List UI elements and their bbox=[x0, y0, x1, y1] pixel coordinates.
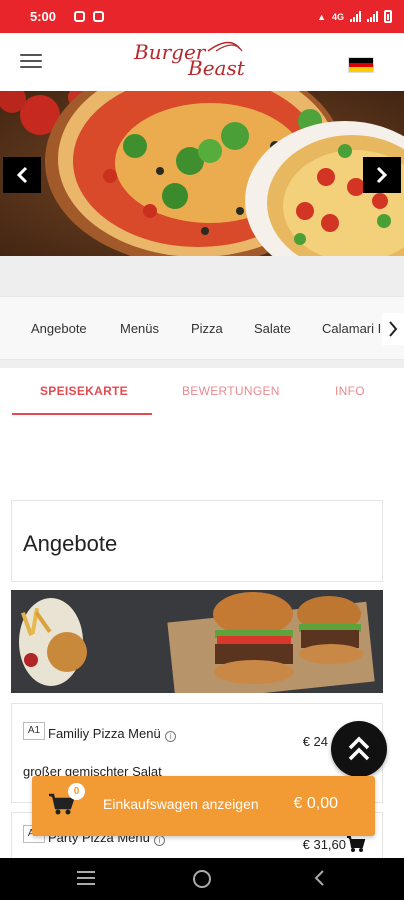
hero-spacer bbox=[0, 256, 404, 296]
system-nav-bar bbox=[0, 858, 404, 900]
battery-icon bbox=[384, 10, 392, 23]
category-calamari[interactable]: Calamari I bbox=[322, 321, 381, 336]
chevron-right-icon bbox=[389, 321, 398, 337]
product-price: € 31,60 bbox=[302, 837, 346, 852]
section-banner-image bbox=[11, 590, 383, 693]
shield-icon bbox=[93, 11, 105, 22]
active-tab-indicator bbox=[12, 413, 152, 415]
double-chevron-up-icon bbox=[348, 736, 370, 761]
status-time: 5:00 bbox=[30, 9, 57, 24]
info-icon[interactable]: i bbox=[164, 731, 176, 742]
logo-text-beast: Beast bbox=[187, 56, 246, 80]
product-name[interactable]: Familiy Pizza Menü i bbox=[48, 726, 176, 742]
tab-bewertungen[interactable]: BEWERTUNGEN bbox=[182, 384, 280, 398]
language-flag-de[interactable] bbox=[348, 57, 374, 73]
status-right: ▲ 4G bbox=[317, 10, 392, 23]
menu-icon[interactable] bbox=[20, 54, 42, 70]
tab-speisekarte[interactable]: SPEISEKARTE bbox=[40, 384, 128, 398]
tab-info[interactable]: INFO bbox=[335, 384, 365, 398]
cart-count-badge: 0 bbox=[68, 783, 85, 800]
app-root: 5:00 ▲ 4G Burger Beast Angebote Menüs Pi… bbox=[0, 0, 404, 900]
divider bbox=[0, 360, 404, 368]
cart-total: € 0,00 bbox=[293, 795, 338, 812]
pizza-image bbox=[0, 91, 404, 256]
view-cart-button[interactable]: 0 Einkaufswagen anzeigen € 0,00 bbox=[32, 776, 375, 836]
status-bar: 5:00 ▲ 4G bbox=[0, 0, 404, 33]
category-nav: Angebote Menüs Pizza Salate Calamari I bbox=[0, 296, 404, 360]
network-type: 4G bbox=[331, 11, 344, 22]
category-angebote[interactable]: Angebote bbox=[31, 321, 87, 336]
home-icon[interactable] bbox=[192, 869, 212, 889]
notification-icon bbox=[74, 11, 86, 22]
category-menus[interactable]: Menüs bbox=[120, 321, 159, 336]
back-icon[interactable] bbox=[312, 869, 326, 887]
product-code: A1 bbox=[23, 722, 45, 740]
wifi-call-icon: ▲ bbox=[317, 11, 326, 22]
signal-icon-2 bbox=[367, 11, 378, 22]
product-name-text: Familiy Pizza Menü bbox=[48, 726, 161, 741]
category-pizza[interactable]: Pizza bbox=[191, 321, 223, 336]
burger-image bbox=[11, 590, 383, 693]
category-scroll-right-button[interactable] bbox=[382, 313, 404, 345]
section-title: Angebote bbox=[23, 531, 118, 556]
cart-label: Einkaufswagen anzeigen bbox=[103, 796, 259, 812]
product-price: € 24 bbox=[302, 734, 328, 749]
signal-icon bbox=[350, 11, 361, 22]
scroll-to-top-button[interactable] bbox=[331, 721, 387, 777]
slider-prev-button[interactable] bbox=[3, 157, 41, 193]
tab-bar: SPEISEKARTE BEWERTUNGEN INFO bbox=[0, 368, 404, 418]
brand-logo[interactable]: Burger Beast bbox=[130, 37, 275, 81]
category-salate[interactable]: Salate bbox=[254, 321, 291, 336]
recent-apps-icon[interactable] bbox=[76, 869, 96, 887]
chevron-right-icon bbox=[376, 166, 388, 184]
hero-slider bbox=[0, 91, 404, 256]
add-to-cart-icon[interactable] bbox=[346, 835, 366, 853]
section-header-card: Angebote bbox=[11, 500, 383, 582]
app-header: Burger Beast bbox=[0, 33, 404, 91]
chevron-left-icon bbox=[16, 166, 28, 184]
slider-next-button[interactable] bbox=[363, 157, 401, 193]
info-icon[interactable]: i bbox=[153, 835, 165, 846]
